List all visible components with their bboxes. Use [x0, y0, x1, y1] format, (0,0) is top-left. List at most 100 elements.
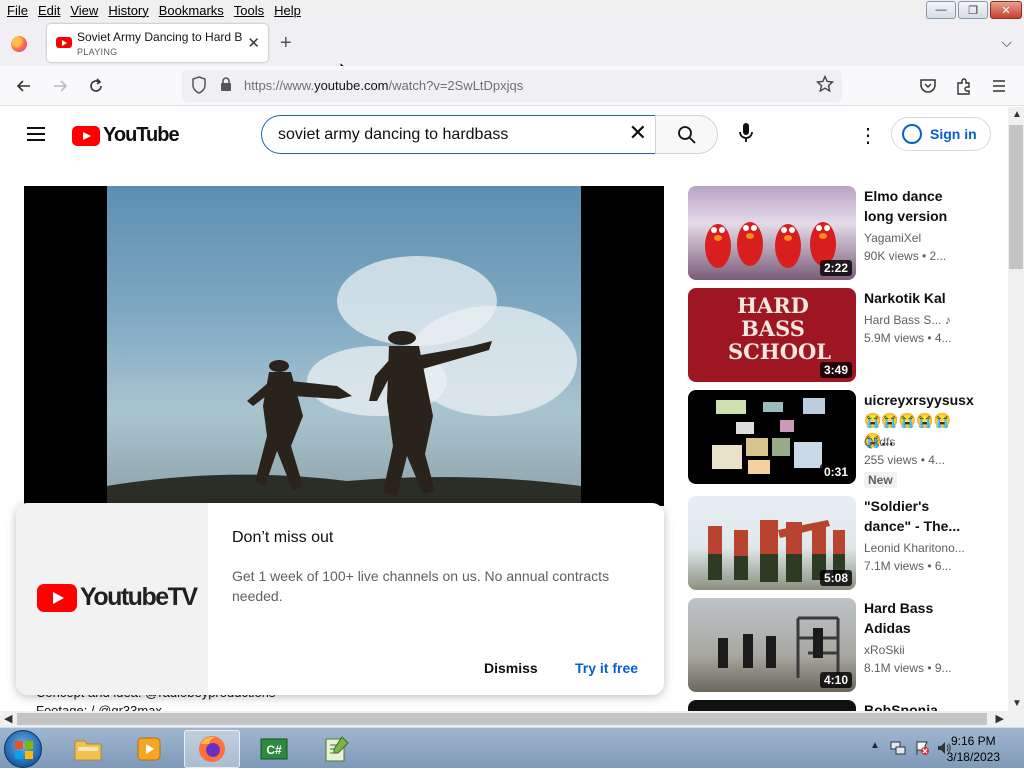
list-all-tabs-chevron-icon[interactable]: ⌵ — [1001, 34, 1012, 51]
csharp-icon: C# — [260, 738, 288, 760]
horizontal-scroll-thumb[interactable] — [17, 713, 987, 725]
video-player[interactable] — [24, 186, 664, 506]
recommended-video[interactable]: HARD BASS SCHOOL 3:49 Narkotik Kal Hard … — [688, 288, 968, 384]
svg-text:C#: C# — [266, 743, 282, 757]
video-meta: 8.1M views • 9... — [864, 661, 952, 675]
pocket-icon[interactable] — [919, 77, 937, 95]
url-bar[interactable]: https://www.youtube.com/watch?v=2SwLtDpx… — [182, 70, 842, 102]
menu-history[interactable]: History — [103, 3, 153, 18]
channel-name[interactable]: YagamiXel — [864, 231, 921, 245]
menu-file[interactable]: File — [2, 3, 33, 18]
tab-playing-status: PLAYING — [77, 47, 118, 57]
youtube-logo[interactable]: YouTube — [72, 124, 180, 147]
video-title[interactable]: Hard Bass Adidas — [864, 598, 968, 638]
menu-help[interactable]: Help — [269, 3, 306, 18]
taskbar-firefox[interactable] — [184, 730, 240, 768]
search-button[interactable] — [655, 115, 718, 154]
tab-close-icon[interactable]: ✕ — [247, 34, 260, 52]
scroll-left-arrow-icon[interactable]: ◀ — [4, 712, 12, 725]
description-line-2[interactable]: Footage: / @gr33max — [36, 703, 275, 711]
music-note-icon: ♪ — [944, 313, 951, 327]
sign-in-button[interactable]: Sign in — [891, 117, 991, 151]
video-thumbnail[interactable] — [688, 700, 856, 711]
url-text[interactable]: https://www.youtube.com/watch?v=2SwLtDpx… — [244, 78, 523, 93]
taskbar-file-explorer[interactable] — [60, 730, 116, 768]
taskbar-csharp-app[interactable]: C# — [246, 730, 302, 768]
video-title[interactable]: "Soldier's dance" - The... — [864, 496, 968, 536]
promo-title: Don’t miss out — [232, 529, 334, 546]
video-meta: 255 views • 4... — [864, 453, 945, 467]
recommended-video[interactable]: 4:10 Hard Bass Adidas xRoSkii 8.1M views… — [688, 598, 968, 694]
channel-name[interactable]: Qkdfs — [864, 435, 895, 449]
video-duration: 4:10 — [819, 672, 852, 688]
reload-icon[interactable] — [87, 77, 105, 95]
horizontal-scrollbar[interactable]: ◀ ▶ — [0, 711, 1008, 727]
recommended-video[interactable]: 5:08 "Soldier's dance" - The... Leonid K… — [688, 496, 968, 592]
system-clock[interactable]: 9:16 PM 3/18/2023 — [947, 733, 1000, 765]
menu-bookmarks[interactable]: Bookmarks — [154, 3, 229, 18]
new-tab-plus-icon[interactable]: + — [280, 32, 292, 55]
video-meta: 90K views • 2... — [864, 249, 947, 263]
start-button[interactable] — [4, 730, 42, 768]
youtube-tv-logo-icon — [37, 583, 77, 612]
voice-search-mic-icon[interactable] — [738, 122, 754, 144]
youtube-tv-promo-dialog: YoutubeTV Don’t miss out Get 1 week of 1… — [16, 503, 664, 695]
vertical-scrollbar[interactable]: ▲ ▼ — [1008, 107, 1024, 711]
new-badge: New — [864, 472, 897, 488]
video-frame — [107, 186, 581, 506]
vertical-scroll-thumb[interactable] — [1009, 125, 1023, 269]
firefox-view-icon[interactable] — [11, 36, 27, 52]
menu-view[interactable]: View — [65, 3, 103, 18]
back-arrow-icon[interactable] — [15, 77, 33, 95]
bookmark-star-icon[interactable] — [816, 75, 834, 93]
dismiss-button[interactable]: Dismiss — [484, 660, 538, 676]
clear-search-icon[interactable]: ✕ — [629, 120, 647, 146]
sign-in-label: Sign in — [930, 126, 977, 142]
video-title[interactable]: Narkotik Kal — [864, 288, 968, 308]
channel-name[interactable]: Hard Bass S... ♪ — [864, 313, 951, 327]
action-center-flag-icon[interactable] — [914, 740, 930, 756]
search-input[interactable]: soviet army dancing to hardbass ✕ — [261, 115, 656, 154]
clock-date: 3/18/2023 — [946, 750, 1000, 764]
close-window-button[interactable]: ✕ — [990, 1, 1022, 19]
channel-name[interactable]: xRoSkii — [864, 643, 905, 657]
forward-arrow-icon[interactable] — [51, 77, 69, 95]
taskbar-media-player[interactable] — [121, 730, 177, 768]
menu-edit[interactable]: Edit — [33, 3, 65, 18]
tracking-shield-icon[interactable] — [191, 76, 207, 94]
recommended-video[interactable]: BobSponia — [688, 700, 968, 711]
settings-kebab-icon[interactable]: ⋮ — [858, 123, 878, 148]
recommended-video[interactable]: 2:22 Elmo dance long version YagamiXel 9… — [688, 186, 968, 282]
minimize-button[interactable]: — — [926, 1, 956, 19]
extensions-puzzle-icon[interactable] — [955, 77, 973, 95]
network-icon[interactable] — [890, 740, 906, 756]
video-thumbnail[interactable]: 2:22 — [688, 186, 856, 280]
video-thumbnail[interactable]: 5:08 — [688, 496, 856, 590]
taskbar-notepad-plus[interactable] — [308, 730, 364, 768]
recommended-video[interactable]: 0:31 uicreyxrsyysusx 😭😭😭😭😭😭... Qkdfs 255… — [688, 390, 974, 488]
guide-menu-icon[interactable] — [27, 127, 45, 141]
scroll-right-arrow-icon[interactable]: ▶ — [996, 712, 1004, 725]
search-icon — [678, 126, 696, 144]
video-title[interactable]: Elmo dance long version — [864, 186, 968, 226]
video-title[interactable]: BobSponia — [864, 700, 968, 711]
channel-name[interactable]: Leonid Kharitono... — [864, 541, 965, 555]
video-thumbnail[interactable]: 0:31 — [688, 390, 856, 484]
window-controls: — ❐ ✕ — [926, 1, 1022, 19]
scroll-down-arrow-icon[interactable]: ▼ — [1012, 698, 1022, 709]
restore-button[interactable]: ❐ — [958, 1, 988, 19]
search-query-text[interactable]: soviet army dancing to hardbass — [278, 126, 508, 144]
video-thumbnail[interactable]: 4:10 — [688, 598, 856, 692]
scrollbar-corner — [1008, 711, 1024, 727]
scroll-up-arrow-icon[interactable]: ▲ — [1012, 109, 1022, 120]
lock-icon[interactable] — [219, 76, 233, 92]
menu-tools[interactable]: Tools — [229, 3, 269, 18]
show-hidden-icons-icon[interactable]: ▲ — [870, 740, 880, 751]
tab-youtube[interactable]: Soviet Army Dancing to Hard Bass PLAYING… — [47, 24, 268, 62]
video-thumbnail[interactable]: HARD BASS SCHOOL 3:49 — [688, 288, 856, 382]
youtube-tv-logo: YoutubeTV — [37, 583, 198, 612]
clock-time: 9:16 PM — [950, 734, 996, 748]
try-it-free-button[interactable]: Try it free — [575, 660, 638, 676]
media-player-icon — [137, 737, 161, 761]
app-menu-hamburger-icon[interactable] — [991, 78, 1007, 94]
